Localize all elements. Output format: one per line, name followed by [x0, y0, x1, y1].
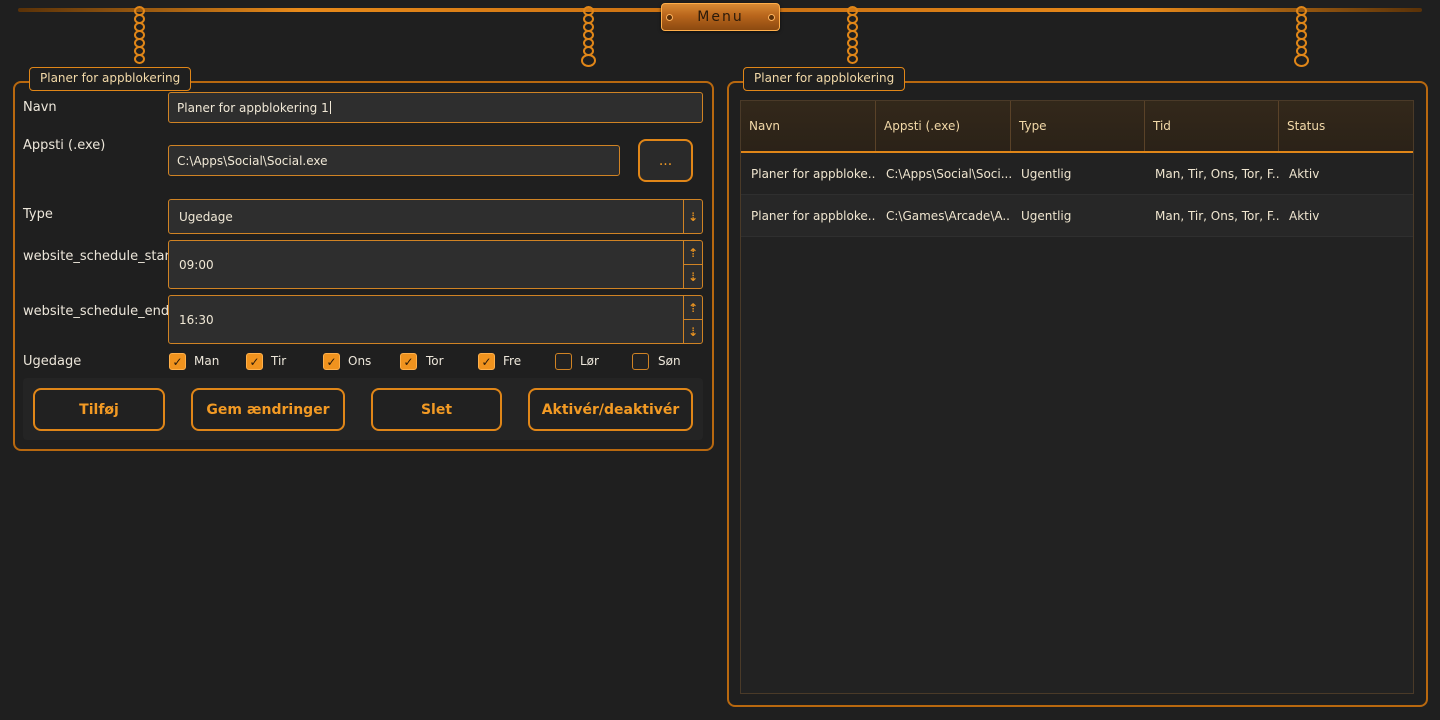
end-time-input[interactable]: 16:30 ⇡ ⇣: [168, 295, 703, 344]
cell-type: Ugentlig: [1021, 208, 1072, 223]
delete-button-label: Slet: [420, 401, 453, 418]
schedule-table: Navn Appsti (.exe) Type Tid Status Plane…: [740, 100, 1414, 694]
day-label-fre: Fre: [503, 354, 522, 368]
start-time-value: 09:00: [179, 257, 214, 272]
day-checkbox-fre[interactable]: ✓: [478, 353, 495, 370]
menu-label: Menu: [697, 9, 744, 25]
menu-button[interactable]: Menu: [661, 3, 780, 31]
cell-path: C:\Apps\Social\Soci...: [886, 166, 1011, 181]
cell-name: Planer for appbloke...: [751, 208, 876, 223]
text-caret: [329, 101, 331, 114]
chain-decoration: [845, 6, 859, 64]
start-time-input[interactable]: 09:00 ⇡ ⇣: [168, 240, 703, 289]
save-button-label: Gem ændringer: [206, 401, 330, 418]
cell-name: Planer for appbloke...: [751, 166, 876, 181]
cell-status: Aktiv: [1289, 166, 1320, 181]
chain-decoration: [1293, 6, 1309, 67]
arrow-down-icon[interactable]: ⇣: [684, 264, 702, 288]
checkmark-icon: ✓: [172, 354, 183, 369]
column-header-type[interactable]: Type: [1011, 101, 1145, 151]
table-row[interactable]: Planer for appbloke... C:\Apps\Social\So…: [741, 153, 1413, 195]
cell-path: C:\Games\Arcade\A...: [886, 208, 1011, 223]
day-checkbox-tir[interactable]: ✓: [246, 353, 263, 370]
chain-decoration: [132, 6, 146, 64]
toggle-button-label: Aktivér/deaktivér: [541, 401, 680, 418]
checkmark-icon: ✓: [326, 354, 337, 369]
arrow-up-icon[interactable]: ⇡: [684, 241, 702, 264]
type-label: Type: [23, 207, 53, 222]
browse-button[interactable]: ...: [638, 139, 693, 182]
panel-title: Planer for appblokering: [29, 67, 192, 91]
day-checkbox-tor[interactable]: ✓: [400, 353, 417, 370]
checkmark-icon: ✓: [403, 354, 414, 369]
save-button[interactable]: Gem ændringer: [191, 388, 345, 431]
checkmark-icon: ✓: [481, 354, 492, 369]
column-header-status[interactable]: Status: [1279, 101, 1413, 151]
table-header: Navn Appsti (.exe) Type Tid Status: [741, 101, 1413, 153]
bolt-icon: [768, 14, 775, 21]
weekdays-label: Ugedage: [23, 354, 82, 369]
toggle-button[interactable]: Aktivér/deaktivér: [528, 388, 693, 431]
cell-type: Ugentlig: [1021, 166, 1072, 181]
day-checkbox-son[interactable]: [632, 353, 649, 370]
day-checkbox-lor[interactable]: [555, 353, 572, 370]
path-input[interactable]: C:\Apps\Social\Social.exe: [168, 145, 620, 176]
bolt-icon: [666, 14, 673, 21]
cell-time: Man, Tir, Ons, Tor, F...: [1155, 208, 1279, 223]
day-checkbox-ons[interactable]: ✓: [323, 353, 340, 370]
arrow-down-icon[interactable]: ⇣: [684, 200, 702, 233]
column-header-path[interactable]: Appsti (.exe): [876, 101, 1011, 151]
end-time-value: 16:30: [179, 312, 214, 327]
start-label: website_schedule_start: [23, 249, 175, 264]
day-label-son: Søn: [658, 354, 681, 368]
name-input-value: Planer for appblokering 1: [177, 100, 329, 115]
column-header-name[interactable]: Navn: [741, 101, 876, 151]
type-select[interactable]: Ugedage ⇣: [168, 199, 703, 234]
path-input-value: C:\Apps\Social\Social.exe: [177, 153, 328, 168]
arrow-down-icon[interactable]: ⇣: [684, 319, 702, 343]
day-label-tor: Tor: [426, 354, 444, 368]
add-button-label: Tilføj: [79, 401, 119, 418]
browse-label: ...: [658, 152, 673, 169]
panel-title: Planer for appblokering: [743, 67, 906, 91]
checkmark-icon: ✓: [249, 354, 260, 369]
name-input[interactable]: Planer for appblokering 1: [168, 92, 703, 123]
day-label-tir: Tir: [271, 354, 287, 368]
chain-decoration: [580, 6, 596, 67]
path-label: Appsti (.exe): [23, 138, 106, 153]
delete-button[interactable]: Slet: [371, 388, 502, 431]
add-button[interactable]: Tilføj: [33, 388, 165, 431]
day-checkbox-man[interactable]: ✓: [169, 353, 186, 370]
day-label-man: Man: [194, 354, 220, 368]
column-header-time[interactable]: Tid: [1145, 101, 1279, 151]
day-label-ons: Ons: [348, 354, 372, 368]
cell-time: Man, Tir, Ons, Tor, F...: [1155, 166, 1279, 181]
type-select-value: Ugedage: [179, 209, 233, 224]
arrow-up-icon[interactable]: ⇡: [684, 296, 702, 319]
end-label: website_schedule_end: [23, 304, 170, 319]
table-row[interactable]: Planer for appbloke... C:\Games\Arcade\A…: [741, 195, 1413, 237]
day-label-lor: Lør: [580, 354, 599, 368]
cell-status: Aktiv: [1289, 208, 1320, 223]
name-label: Navn: [23, 100, 57, 115]
